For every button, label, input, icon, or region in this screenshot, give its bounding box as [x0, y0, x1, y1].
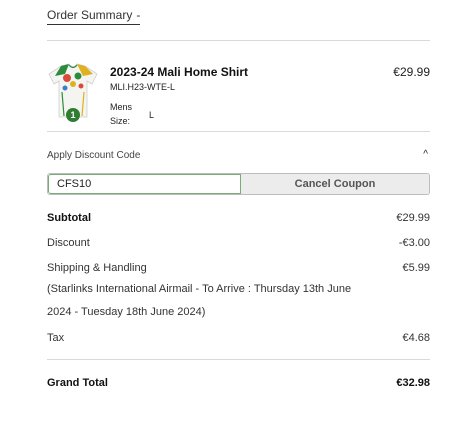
- shipping-note-line1: (Starlinks International Airmail - To Ar…: [47, 283, 352, 295]
- product-sku: MLI.H23-WTE-L: [110, 82, 176, 92]
- order-summary-toggle[interactable]: Order Summary -: [47, 8, 141, 25]
- tax-label: Tax: [47, 332, 65, 344]
- discount-section-toggle[interactable]: Apply Discount Code: [47, 150, 140, 161]
- coupon-form: Cancel Coupon: [47, 173, 430, 195]
- discount-label: Discount: [47, 237, 90, 249]
- product-size-label: Size:: [110, 116, 131, 126]
- divider: [47, 359, 430, 360]
- collapse-icon: -: [136, 8, 141, 22]
- product-size-value: L: [149, 110, 155, 120]
- grand-total-label: Grand Total: [47, 377, 108, 389]
- quantity-badge: 1: [66, 108, 80, 122]
- divider: [47, 40, 430, 41]
- product-price: €29.99: [393, 65, 430, 79]
- divider: [47, 131, 430, 132]
- subtotal-label: Subtotal: [47, 212, 91, 224]
- grand-total-value: €32.98: [396, 377, 430, 389]
- caret-up-icon[interactable]: ^: [423, 149, 428, 160]
- cancel-coupon-button[interactable]: Cancel Coupon: [241, 174, 429, 194]
- order-summary-title: Order Summary: [47, 8, 133, 22]
- shipping-label: Shipping & Handling: [47, 262, 147, 274]
- tax-value: €4.68: [402, 332, 430, 344]
- product-title: 2023-24 Mali Home Shirt: [110, 65, 249, 79]
- discount-value: -€3.00: [398, 237, 430, 249]
- product-category: Mens: [110, 102, 133, 112]
- discount-code-input[interactable]: [48, 174, 241, 194]
- shipping-note-line2: 2024 - Tuesday 18th June 2024): [47, 306, 206, 318]
- subtotal-value: €29.99: [396, 212, 430, 224]
- shipping-value: €5.99: [402, 262, 430, 274]
